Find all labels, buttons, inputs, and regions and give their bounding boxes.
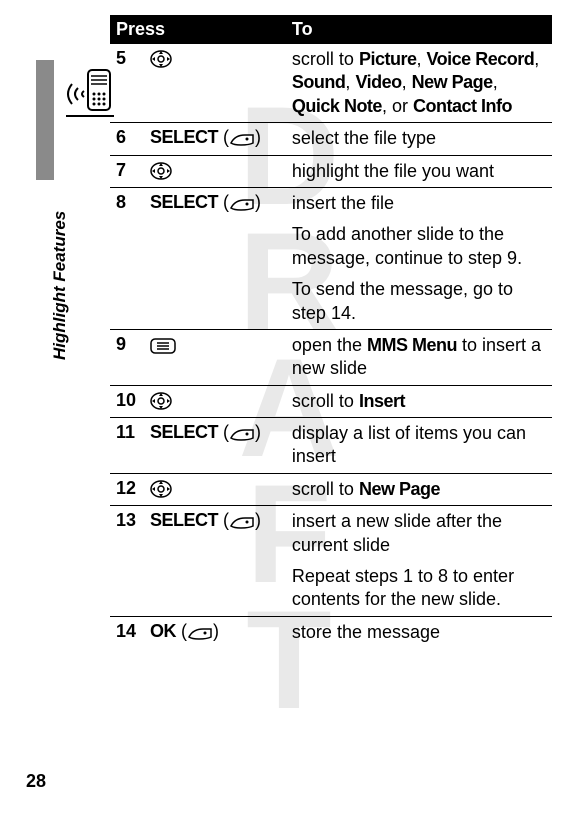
press-cell: SELECT ( ): [144, 506, 286, 617]
softkey-label: OK: [150, 621, 176, 641]
table-row: 12 scroll to New Page: [110, 473, 552, 505]
to-cell: scroll to New Page: [286, 473, 552, 505]
step-number: 11: [110, 418, 144, 474]
menuitem-sound: Sound: [292, 72, 346, 92]
page-number: 28: [26, 771, 46, 792]
menuitem-video: Video: [355, 72, 401, 92]
press-cell: [144, 473, 286, 505]
row9-pre: open the: [292, 335, 367, 355]
table-row: 14 OK ( ) store the message: [110, 616, 552, 648]
softkey-label: SELECT: [150, 510, 218, 530]
instructions-table: Press To 5 scroll to Picture, Voice Reco…: [110, 15, 552, 648]
header-press: Press: [110, 15, 286, 44]
right-softkey-icon: [229, 133, 255, 147]
right-softkey-icon: [229, 516, 255, 530]
nav-key-icon: [150, 162, 172, 180]
press-cell: [144, 155, 286, 187]
menu-key-icon: [150, 338, 176, 354]
table-row: 5 scroll to Picture, Voice Record, Sound…: [110, 44, 552, 123]
table-row: 7 highlight the file you want: [110, 155, 552, 187]
header-to: To: [286, 15, 552, 44]
sidebar: [36, 60, 96, 560]
to-cell: store the message: [286, 616, 552, 648]
row13-line1: insert a new slide after the current sli…: [292, 510, 546, 557]
row8-line3: To send the message, go to step 14.: [292, 270, 546, 325]
table-row: 13 SELECT ( ) insert a new slide after t…: [110, 506, 552, 617]
step-number: 14: [110, 616, 144, 648]
press-cell: [144, 329, 286, 385]
nav-key-icon: [150, 50, 172, 68]
press-cell: OK ( ): [144, 616, 286, 648]
step-number: 10: [110, 385, 144, 417]
to-cell: scroll to Insert: [286, 385, 552, 417]
menuitem-insert: Insert: [359, 391, 405, 411]
softkey-label: SELECT: [150, 192, 218, 212]
row12-pre: scroll to: [292, 479, 359, 499]
row13-line2: Repeat steps 1 to 8 to enter contents fo…: [292, 557, 546, 612]
table-row: 8 SELECT ( ) insert the file To add anot…: [110, 187, 552, 329]
press-cell: [144, 44, 286, 123]
menuitem-quick-note: Quick Note: [292, 96, 382, 116]
row8-line1: insert the file: [292, 192, 546, 215]
row5-pre: scroll to: [292, 49, 359, 69]
table-row: 11 SELECT ( ) display a list of items yo…: [110, 418, 552, 474]
to-cell: insert the file To add another slide to …: [286, 187, 552, 329]
step-number: 6: [110, 123, 144, 155]
to-cell: scroll to Picture, Voice Record, Sound, …: [286, 44, 552, 123]
table-row: 9 open the MMS Menu to insert a new slid…: [110, 329, 552, 385]
row10-pre: scroll to: [292, 391, 359, 411]
menuitem-new-page: New Page: [359, 479, 440, 499]
step-number: 8: [110, 187, 144, 329]
right-softkey-icon: [187, 627, 213, 641]
to-cell: open the MMS Menu to insert a new slide: [286, 329, 552, 385]
nav-key-icon: [150, 480, 172, 498]
menuitem-picture: Picture: [359, 49, 417, 69]
instructions-table-container: Press To 5 scroll to Picture, Voice Reco…: [110, 15, 552, 648]
step-number: 12: [110, 473, 144, 505]
row8-line2: To add another slide to the message, con…: [292, 215, 546, 270]
right-softkey-icon: [229, 428, 255, 442]
to-cell: select the file type: [286, 123, 552, 155]
sidebar-accent-box: [36, 60, 54, 180]
right-softkey-icon: [229, 198, 255, 212]
step-number: 7: [110, 155, 144, 187]
step-number: 13: [110, 506, 144, 617]
table-row: 6 SELECT ( ) select the file type: [110, 123, 552, 155]
nav-key-icon: [150, 392, 172, 410]
to-cell: display a list of items you can insert: [286, 418, 552, 474]
press-cell: SELECT ( ): [144, 187, 286, 329]
softkey-label: SELECT: [150, 127, 218, 147]
table-header-row: Press To: [110, 15, 552, 44]
menuitem-voice-record: Voice Record: [427, 49, 535, 69]
press-cell: SELECT ( ): [144, 418, 286, 474]
to-cell: insert a new slide after the current sli…: [286, 506, 552, 617]
press-cell: SELECT ( ): [144, 123, 286, 155]
menuitem-contact-info: Contact Info: [413, 96, 512, 116]
softkey-label: SELECT: [150, 422, 218, 442]
to-cell: highlight the file you want: [286, 155, 552, 187]
menuitem-mms-menu: MMS Menu: [367, 335, 457, 355]
step-number: 9: [110, 329, 144, 385]
row5-or: , or: [382, 96, 413, 116]
menuitem-new-page: New Page: [412, 72, 493, 92]
press-cell: [144, 385, 286, 417]
table-row: 10 scroll to Insert: [110, 385, 552, 417]
phone-icon: [62, 64, 116, 126]
